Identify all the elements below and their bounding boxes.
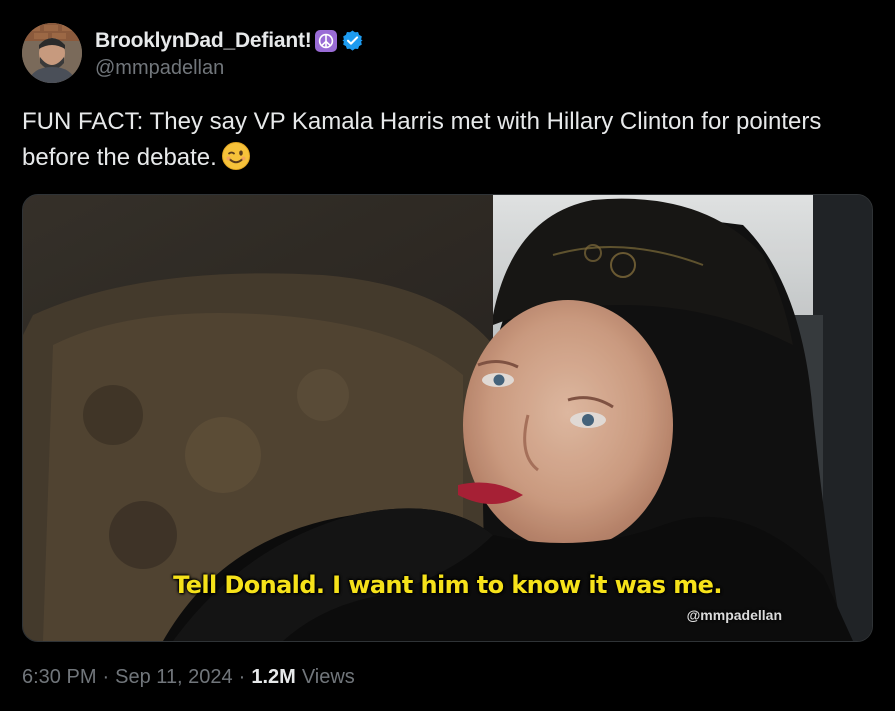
tweet-date[interactable]: Sep 11, 2024 — [115, 666, 233, 689]
views-count[interactable]: 1.2M — [251, 666, 295, 689]
author-names: BrooklynDad_Defiant! @mmpadellan — [95, 27, 364, 80]
tweet-header: BrooklynDad_Defiant! @mmpadellan — [22, 22, 364, 84]
meta-separator: · — [238, 666, 246, 688]
tweet-time[interactable]: 6:30 PM — [22, 666, 96, 689]
media-caption: Tell Donald. I want him to know it was m… — [173, 571, 722, 599]
peace-symbol-icon — [314, 29, 337, 52]
avatar-image — [22, 23, 82, 83]
media-watermark: @mmpadellan — [686, 607, 782, 623]
meta-separator: · — [102, 666, 110, 688]
display-name[interactable]: BrooklynDad_Defiant! — [95, 29, 312, 53]
handle[interactable]: @mmpadellan — [95, 57, 364, 80]
winking-face-icon — [221, 141, 251, 171]
tweet-text: FUN FACT: They say VP Kamala Harris met … — [22, 104, 862, 176]
verified-icon[interactable] — [341, 29, 364, 52]
views-label: Views — [301, 666, 355, 688]
tweet: BrooklynDad_Defiant! @mmpadellan FUN FAC… — [0, 0, 895, 711]
tweet-meta: 6:30 PM · Sep 11, 2024 · 1.2M Views — [22, 666, 355, 689]
media-image[interactable]: Tell Donald. I want him to know it was m… — [22, 194, 873, 642]
tweet-text-body: FUN FACT: They say VP Kamala Harris met … — [22, 108, 822, 171]
avatar[interactable] — [22, 23, 82, 83]
display-name-row: BrooklynDad_Defiant! — [95, 27, 364, 55]
